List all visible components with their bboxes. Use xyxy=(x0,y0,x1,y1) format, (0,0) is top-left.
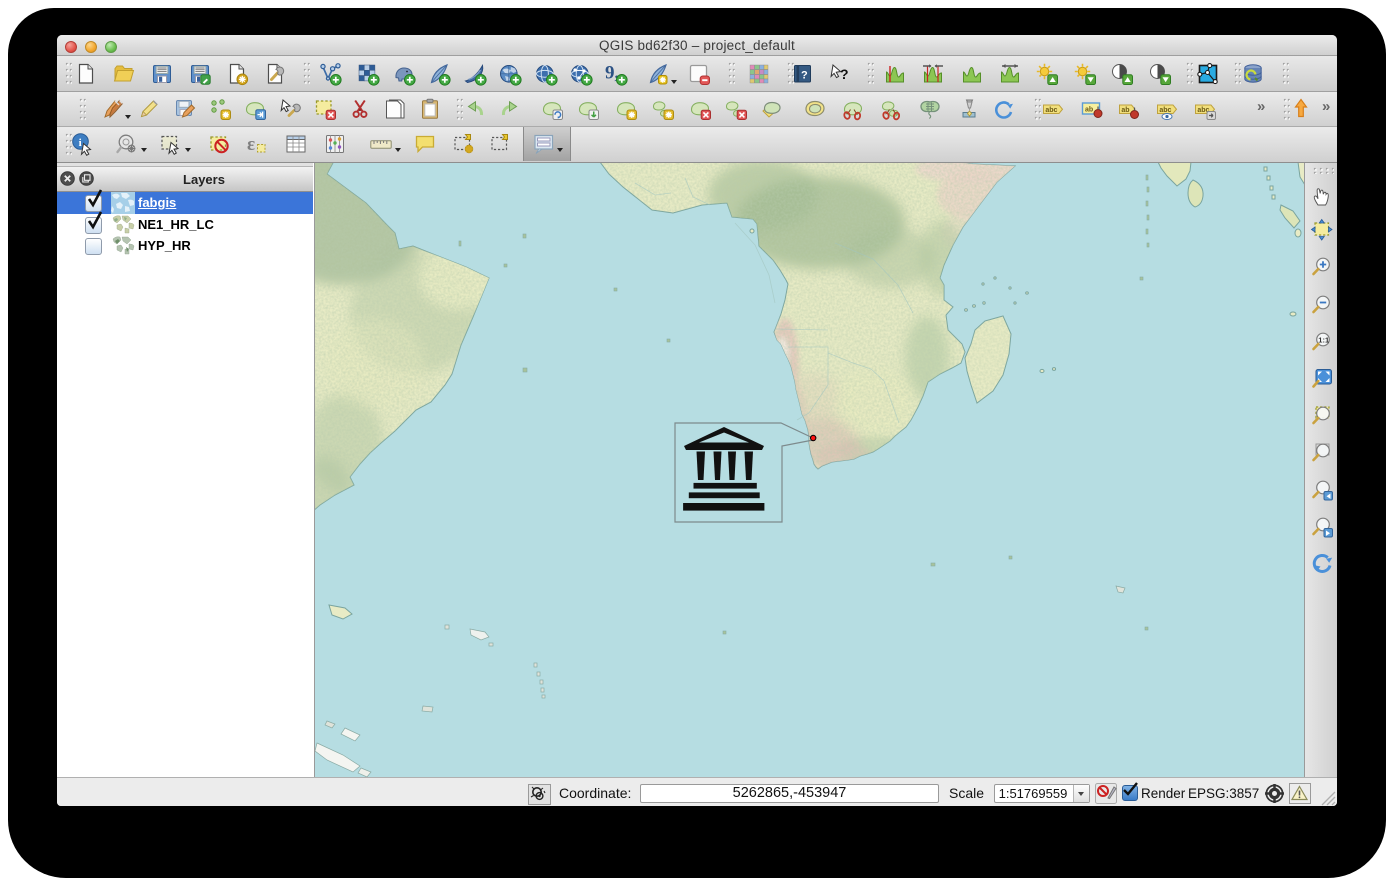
svg-text:i: i xyxy=(79,137,82,149)
svg-text:abc: abc xyxy=(1159,107,1171,114)
svg-text:ε: ε xyxy=(247,134,255,155)
svg-text:?: ? xyxy=(801,70,808,82)
svg-text:abc: abc xyxy=(1045,107,1057,114)
svg-text:ab: ab xyxy=(1121,107,1129,114)
svg-text:1:1: 1:1 xyxy=(1318,335,1329,344)
svg-text:ab: ab xyxy=(1085,107,1093,114)
svg-text:?: ? xyxy=(840,66,849,82)
